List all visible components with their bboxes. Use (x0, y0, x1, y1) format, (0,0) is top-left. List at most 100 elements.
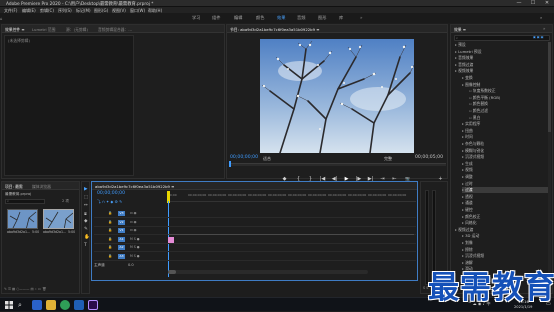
effects-tree-item[interactable]: ▸ 扭曲 (462, 128, 473, 134)
track-mute-solo-icons[interactable]: M S ● (130, 254, 140, 258)
program-timecode[interactable]: 00;00;00;00 (230, 155, 258, 160)
track-select-tool-icon[interactable]: ⬚ (84, 195, 88, 200)
close-button[interactable]: ✕ (540, 0, 554, 7)
project-item-thumbnail[interactable] (43, 209, 74, 229)
timeline-track-v3[interactable]: 🔒 V3 ⊡ ◉ (94, 210, 416, 218)
track-target-toggle[interactable]: A1 (118, 236, 125, 242)
track-visibility-icon[interactable]: ⊡ ◉ (130, 211, 136, 215)
task-view-icon[interactable] (32, 300, 42, 310)
effects-tree-item[interactable]: ▸ 时间 (462, 134, 473, 140)
timeline-track-v2[interactable]: 🔒 V2 ⊡ ◉ (94, 219, 416, 227)
track-visibility-icon[interactable]: ⊡ ◉ (130, 220, 136, 224)
timeline-toolbar-icons[interactable]: ⤵ ∩ ✦ ◆ ⚙ ✎ (97, 199, 157, 204)
lock-icon[interactable]: 🔒 (108, 237, 112, 241)
word-icon[interactable] (74, 300, 84, 310)
hand-tool-icon[interactable]: ✋ (84, 235, 90, 240)
slip-tool-icon[interactable]: ◆ (84, 219, 88, 224)
effects-tree-item[interactable]: ▫ 颜色替换 (469, 101, 488, 107)
timeline-zoom-scrollbar[interactable] (168, 270, 368, 274)
effects-tree-item[interactable]: ▸ 预设 (455, 42, 466, 48)
timeline-timecode[interactable]: 00;00;00;00 (97, 191, 125, 196)
lock-icon[interactable]: 🔒 (108, 254, 112, 258)
tab-effect-controls[interactable]: 效果控件 ≡ (5, 27, 25, 33)
search-icon[interactable]: ⌕ (18, 300, 28, 310)
effects-tree-item[interactable]: ▸ 模糊与锐化 (462, 148, 484, 154)
panel-menu-icon[interactable]: » (543, 26, 545, 31)
video-clip[interactable] (168, 237, 174, 243)
track-mute-solo-icons[interactable]: M S ● (130, 237, 140, 241)
search-icon[interactable]: ⌕ (540, 15, 542, 20)
minimize-button[interactable]: — (512, 0, 526, 7)
effects-tree-item[interactable]: ▸ 调整 (462, 174, 473, 180)
effects-tree-item[interactable]: ▸ 颜色校正 (462, 214, 480, 220)
master-volume-value[interactable]: 0.0 (128, 263, 134, 267)
effects-tree-item[interactable]: ▸ 透视 (462, 194, 473, 200)
tab-timeline-sequence[interactable]: aba9d3d2a1be9c7c6f0ea3a51b0922b9 ≡ (95, 184, 174, 189)
effects-tree-item[interactable]: ▸ 通道 (462, 200, 473, 206)
workspace-assembly[interactable]: 组件 (212, 15, 220, 21)
timeline-track-v1[interactable]: 🔒 V1 ⊡ ◉ (94, 227, 416, 235)
program-scrub-bar[interactable] (229, 161, 446, 167)
effects-tree-item[interactable]: ▸ 风格化 (462, 220, 477, 226)
tab-audio-clip-mixer[interactable]: 音频剪辑混合器：... (98, 27, 132, 33)
effects-tree-item[interactable]: ▸ 过渡 (462, 187, 550, 194)
track-target-toggle[interactable]: A3 (118, 253, 125, 259)
effects-tree-item[interactable]: ▸ 键控 (462, 207, 473, 213)
effects-tree-item[interactable]: ▫ 颜色过滤 (469, 108, 488, 114)
workspace-editing[interactable]: 编辑 (234, 15, 242, 21)
effects-tree-item[interactable]: ▸ 音频过渡 (455, 62, 473, 68)
effects-scrollbar[interactable] (548, 42, 551, 292)
effects-tree-item[interactable]: ▸ 过时 (462, 181, 473, 187)
effects-tree-item[interactable]: ▸ 杂色与颗粒 (462, 141, 484, 147)
workspace-audio[interactable]: 音频 (297, 15, 305, 21)
project-footer-tools[interactable]: ✎ ☰ ▦ ○——— ▤ ⌕ ▭ 🗑 (4, 287, 79, 292)
more-workspaces-icon[interactable]: » (360, 15, 363, 20)
project-item-thumbnail[interactable] (7, 209, 38, 229)
track-mute-solo-icons[interactable]: M S ● (130, 245, 140, 249)
timeline-ruler[interactable]: 00;00 00;00;00;00 00;00;00;00 00;00;00;00 00… (168, 192, 416, 202)
effects-tree-item[interactable]: ▸ Lumetri 预设 (455, 49, 482, 55)
tab-lumetri-scopes[interactable]: Lumetri 范围 (32, 27, 55, 33)
effects-tree-item[interactable]: ▸ 生成 (462, 161, 473, 167)
project-search-input[interactable]: ⌕ (5, 199, 45, 204)
effects-tree-item[interactable]: ▫ 黑白 (469, 115, 480, 121)
effects-tree-item[interactable]: ▸ 沉浸式视频 (462, 253, 484, 259)
track-target-toggle[interactable]: V3 (118, 211, 125, 216)
playhead-marker[interactable] (229, 161, 231, 167)
lock-icon[interactable]: 🔒 (108, 211, 112, 215)
effects-tree-item[interactable]: ▸ 变换 (462, 75, 473, 81)
program-video-frame[interactable] (260, 39, 414, 153)
effects-tree-item[interactable]: ▸ 实用程序 (462, 121, 480, 127)
ripple-edit-tool-icon[interactable]: ↔ (84, 203, 88, 208)
timeline-track-a1[interactable]: 🔒 A1 M S ● (94, 236, 416, 244)
fit-dropdown[interactable]: 适合 (263, 156, 271, 162)
effects-tree-item[interactable]: ▫ 颜色平衡 (RGB) (469, 95, 500, 101)
filter-icons[interactable]: ▣ ▣ ▣ (533, 35, 547, 40)
selection-tool-icon[interactable]: ▶ (84, 187, 88, 192)
workspace-color[interactable]: 颜色 (256, 15, 264, 21)
tab-media-browser[interactable]: 媒体浏览器 (32, 184, 51, 190)
track-target-toggle[interactable]: V2 (118, 219, 125, 225)
effects-tree-item[interactable]: ▸ 音频效果 (455, 55, 473, 61)
effects-tree-item[interactable]: ▸ 沉浸式视频 (462, 154, 484, 160)
lock-icon[interactable]: 🔒 (108, 245, 112, 249)
pen-tool-icon[interactable]: ✎ (84, 227, 88, 232)
workspace-learn[interactable]: 学习 (192, 15, 200, 21)
razor-tool-icon[interactable]: ⧈ (84, 211, 87, 217)
effects-tree-item[interactable]: ▸ 划像 (462, 240, 473, 246)
workspace-graphics[interactable]: 图形 (318, 15, 326, 21)
type-tool-icon[interactable]: T (84, 243, 87, 248)
effects-tree-item[interactable]: ▸ 图像控制 (462, 82, 480, 88)
effects-tree-item[interactable]: ▸ 3D 运动 (462, 233, 479, 239)
tab-program[interactable]: 节目: aba9d3d2a1be9c7c6f0ea3a51b0922b9 ≡ (230, 27, 319, 33)
lock-icon[interactable]: 🔒 (108, 220, 112, 224)
track-visibility-icon[interactable]: ⊡ ◉ (130, 228, 136, 232)
workspace-effects[interactable]: 效果 (277, 15, 285, 21)
file-explorer-icon[interactable] (46, 300, 56, 310)
track-target-toggle[interactable]: V1 (118, 228, 125, 233)
tab-effects[interactable]: 效果 ≡ (454, 27, 466, 33)
browser-icon[interactable] (60, 300, 70, 310)
effects-tree-item[interactable]: ▫ 灰度系数校正 (469, 88, 496, 94)
maximize-button[interactable]: ☐ (526, 0, 540, 7)
effects-tree-item[interactable]: ▸ 视频过渡 (455, 227, 473, 233)
